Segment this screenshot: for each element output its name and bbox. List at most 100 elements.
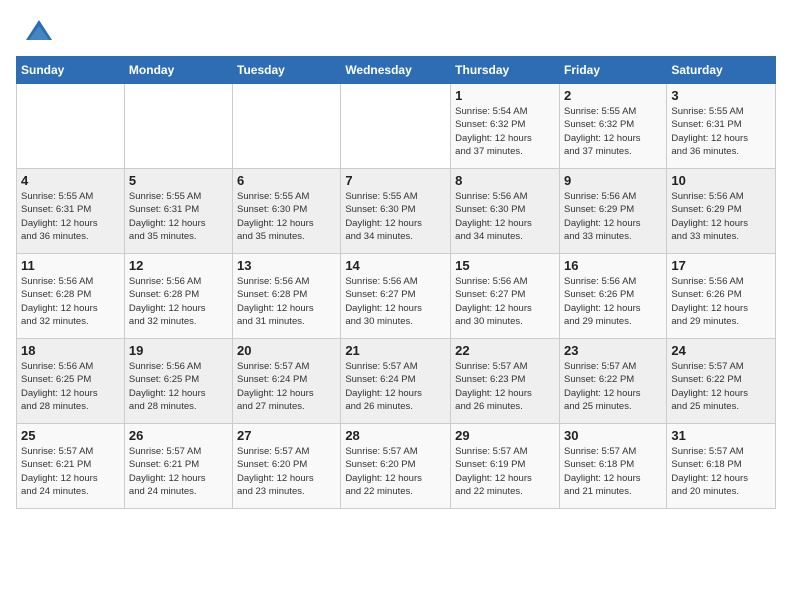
day-info: Sunrise: 5:57 AM Sunset: 6:20 PM Dayligh… bbox=[237, 445, 336, 498]
day-number: 1 bbox=[455, 88, 555, 103]
day-info: Sunrise: 5:56 AM Sunset: 6:27 PM Dayligh… bbox=[345, 275, 446, 328]
calendar-cell: 4 Sunrise: 5:55 AM Sunset: 6:31 PM Daylig… bbox=[17, 169, 125, 254]
day-number: 7 bbox=[345, 173, 446, 188]
logo bbox=[24, 18, 58, 48]
day-number: 22 bbox=[455, 343, 555, 358]
day-info: Sunrise: 5:56 AM Sunset: 6:28 PM Dayligh… bbox=[21, 275, 120, 328]
calendar-cell bbox=[233, 84, 341, 169]
day-info: Sunrise: 5:56 AM Sunset: 6:28 PM Dayligh… bbox=[129, 275, 228, 328]
day-info: Sunrise: 5:57 AM Sunset: 6:24 PM Dayligh… bbox=[345, 360, 446, 413]
header bbox=[0, 0, 792, 56]
calendar-cell: 11Sunrise: 5:56 AM Sunset: 6:28 PM Dayli… bbox=[17, 254, 125, 339]
calendar-cell: 29 Sunrise: 5:57 AM Sunset: 6:19 PM Dayli… bbox=[451, 424, 560, 509]
header-saturday: Saturday bbox=[667, 57, 776, 84]
day-number: 27 bbox=[237, 428, 336, 443]
day-info: Sunrise: 5:56 AM Sunset: 6:26 PM Dayligh… bbox=[671, 275, 771, 328]
calendar-cell: 30 Sunrise: 5:57 AM Sunset: 6:18 PM Dayli… bbox=[559, 424, 666, 509]
calendar-cell: 20Sunrise: 5:57 AM Sunset: 6:24 PM Dayli… bbox=[233, 339, 341, 424]
calendar-cell: 15Sunrise: 5:56 AM Sunset: 6:27 PM Dayli… bbox=[451, 254, 560, 339]
day-info: Sunrise: 5:55 AM Sunset: 6:30 PM Dayligh… bbox=[237, 190, 336, 243]
day-info: Sunrise: 5:57 AM Sunset: 6:19 PM Dayligh… bbox=[455, 445, 555, 498]
calendar-cell: 6Sunrise: 5:55 AM Sunset: 6:30 PM Daylig… bbox=[233, 169, 341, 254]
calendar-cell: 7Sunrise: 5:55 AM Sunset: 6:30 PM Daylig… bbox=[341, 169, 451, 254]
calendar-cell: 22 Sunrise: 5:57 AM Sunset: 6:23 PM Dayli… bbox=[451, 339, 560, 424]
day-number: 31 bbox=[671, 428, 771, 443]
day-number: 30 bbox=[564, 428, 662, 443]
calendar-cell: 26 Sunrise: 5:57 AM Sunset: 6:21 PM Dayli… bbox=[124, 424, 232, 509]
calendar-cell: 9 Sunrise: 5:56 AM Sunset: 6:29 PM Daylig… bbox=[559, 169, 666, 254]
calendar-cell: 3 Sunrise: 5:55 AM Sunset: 6:31 PM Daylig… bbox=[667, 84, 776, 169]
day-number: 10 bbox=[671, 173, 771, 188]
calendar-cell: 1 Sunrise: 5:54 AM Sunset: 6:32 PM Daylig… bbox=[451, 84, 560, 169]
calendar-cell: 10 Sunrise: 5:56 AM Sunset: 6:29 PM Dayli… bbox=[667, 169, 776, 254]
day-info: Sunrise: 5:55 AM Sunset: 6:31 PM Dayligh… bbox=[671, 105, 771, 158]
calendar-cell: 27 Sunrise: 5:57 AM Sunset: 6:20 PM Dayli… bbox=[233, 424, 341, 509]
day-number: 19 bbox=[129, 343, 228, 358]
calendar-cell: 19 Sunrise: 5:56 AM Sunset: 6:25 PM Dayli… bbox=[124, 339, 232, 424]
header-tuesday: Tuesday bbox=[233, 57, 341, 84]
header-sunday: Sunday bbox=[17, 57, 125, 84]
calendar-cell: 5 Sunrise: 5:55 AM Sunset: 6:31 PM Daylig… bbox=[124, 169, 232, 254]
calendar-cell: 16 Sunrise: 5:56 AM Sunset: 6:26 PM Dayli… bbox=[559, 254, 666, 339]
day-info: Sunrise: 5:56 AM Sunset: 6:25 PM Dayligh… bbox=[21, 360, 120, 413]
day-number: 13 bbox=[237, 258, 336, 273]
calendar-cell: 21 Sunrise: 5:57 AM Sunset: 6:24 PM Dayli… bbox=[341, 339, 451, 424]
logo-icon bbox=[24, 18, 54, 48]
day-number: 3 bbox=[671, 88, 771, 103]
day-number: 9 bbox=[564, 173, 662, 188]
day-number: 18 bbox=[21, 343, 120, 358]
day-number: 28 bbox=[345, 428, 446, 443]
header-wednesday: Wednesday bbox=[341, 57, 451, 84]
calendar-cell: 12 Sunrise: 5:56 AM Sunset: 6:28 PM Dayli… bbox=[124, 254, 232, 339]
day-info: Sunrise: 5:57 AM Sunset: 6:23 PM Dayligh… bbox=[455, 360, 555, 413]
day-info: Sunrise: 5:56 AM Sunset: 6:29 PM Dayligh… bbox=[564, 190, 662, 243]
calendar-week-row: 11Sunrise: 5:56 AM Sunset: 6:28 PM Dayli… bbox=[17, 254, 776, 339]
calendar-cell bbox=[17, 84, 125, 169]
day-number: 20 bbox=[237, 343, 336, 358]
day-info: Sunrise: 5:57 AM Sunset: 6:21 PM Dayligh… bbox=[129, 445, 228, 498]
day-info: Sunrise: 5:57 AM Sunset: 6:22 PM Dayligh… bbox=[671, 360, 771, 413]
calendar-cell: 14 Sunrise: 5:56 AM Sunset: 6:27 PM Dayli… bbox=[341, 254, 451, 339]
day-number: 17 bbox=[671, 258, 771, 273]
day-info: Sunrise: 5:56 AM Sunset: 6:25 PM Dayligh… bbox=[129, 360, 228, 413]
day-number: 21 bbox=[345, 343, 446, 358]
calendar-cell: 28Sunrise: 5:57 AM Sunset: 6:20 PM Dayli… bbox=[341, 424, 451, 509]
day-number: 4 bbox=[21, 173, 120, 188]
day-info: Sunrise: 5:56 AM Sunset: 6:29 PM Dayligh… bbox=[671, 190, 771, 243]
day-number: 12 bbox=[129, 258, 228, 273]
header-monday: Monday bbox=[124, 57, 232, 84]
day-number: 26 bbox=[129, 428, 228, 443]
calendar-cell: 13 Sunrise: 5:56 AM Sunset: 6:28 PM Dayli… bbox=[233, 254, 341, 339]
day-info: Sunrise: 5:55 AM Sunset: 6:31 PM Dayligh… bbox=[21, 190, 120, 243]
day-info: Sunrise: 5:55 AM Sunset: 6:32 PM Dayligh… bbox=[564, 105, 662, 158]
calendar-cell: 24 Sunrise: 5:57 AM Sunset: 6:22 PM Dayli… bbox=[667, 339, 776, 424]
day-info: Sunrise: 5:55 AM Sunset: 6:31 PM Dayligh… bbox=[129, 190, 228, 243]
day-number: 5 bbox=[129, 173, 228, 188]
calendar-cell bbox=[124, 84, 232, 169]
day-info: Sunrise: 5:57 AM Sunset: 6:18 PM Dayligh… bbox=[564, 445, 662, 498]
day-number: 24 bbox=[671, 343, 771, 358]
day-number: 2 bbox=[564, 88, 662, 103]
day-info: Sunrise: 5:56 AM Sunset: 6:27 PM Dayligh… bbox=[455, 275, 555, 328]
header-friday: Friday bbox=[559, 57, 666, 84]
calendar-cell: 25Sunrise: 5:57 AM Sunset: 6:21 PM Dayli… bbox=[17, 424, 125, 509]
day-info: Sunrise: 5:56 AM Sunset: 6:28 PM Dayligh… bbox=[237, 275, 336, 328]
day-number: 25 bbox=[21, 428, 120, 443]
day-info: Sunrise: 5:57 AM Sunset: 6:18 PM Dayligh… bbox=[671, 445, 771, 498]
day-info: Sunrise: 5:57 AM Sunset: 6:22 PM Dayligh… bbox=[564, 360, 662, 413]
calendar-cell: 23Sunrise: 5:57 AM Sunset: 6:22 PM Dayli… bbox=[559, 339, 666, 424]
calendar-header-row: SundayMondayTuesdayWednesdayThursdayFrid… bbox=[17, 57, 776, 84]
calendar-cell: 31 Sunrise: 5:57 AM Sunset: 6:18 PM Dayli… bbox=[667, 424, 776, 509]
calendar-cell bbox=[341, 84, 451, 169]
day-number: 29 bbox=[455, 428, 555, 443]
day-info: Sunrise: 5:56 AM Sunset: 6:30 PM Dayligh… bbox=[455, 190, 555, 243]
calendar-week-row: 1 Sunrise: 5:54 AM Sunset: 6:32 PM Daylig… bbox=[17, 84, 776, 169]
day-info: Sunrise: 5:56 AM Sunset: 6:26 PM Dayligh… bbox=[564, 275, 662, 328]
calendar-week-row: 18 Sunrise: 5:56 AM Sunset: 6:25 PM Dayli… bbox=[17, 339, 776, 424]
day-number: 16 bbox=[564, 258, 662, 273]
day-number: 14 bbox=[345, 258, 446, 273]
header-thursday: Thursday bbox=[451, 57, 560, 84]
calendar-table: SundayMondayTuesdayWednesdayThursdayFrid… bbox=[16, 56, 776, 509]
day-info: Sunrise: 5:54 AM Sunset: 6:32 PM Dayligh… bbox=[455, 105, 555, 158]
day-number: 8 bbox=[455, 173, 555, 188]
